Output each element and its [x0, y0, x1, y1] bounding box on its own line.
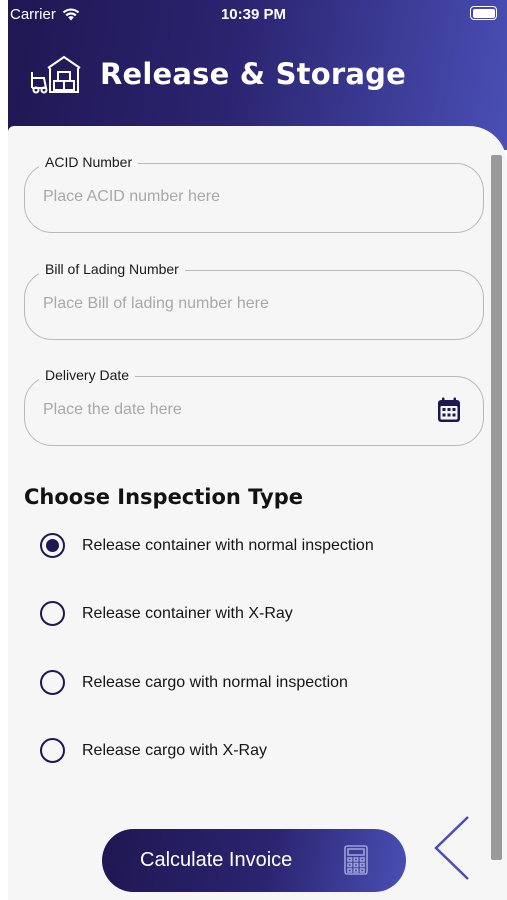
page-title: Release & Storage — [100, 57, 406, 91]
chevron-left-icon[interactable] — [432, 815, 472, 881]
header-title-row: Release & Storage — [30, 54, 406, 94]
radio-unselected-icon[interactable] — [40, 601, 65, 626]
scrollbar[interactable] — [491, 155, 502, 860]
inspection-option-container-xray[interactable]: Release container with X-Ray — [40, 601, 293, 626]
inspection-option-label: Release cargo with normal inspection — [82, 673, 348, 691]
bill-of-lading-label: Bill of Lading Number — [39, 261, 185, 277]
inspection-option-cargo-normal[interactable]: Release cargo with normal inspection — [40, 670, 348, 695]
delivery-date-input[interactable]: Place the date here — [43, 401, 182, 419]
acid-number-field[interactable]: ACID Number Place ACID number here — [24, 154, 484, 233]
delivery-date-label: Delivery Date — [39, 367, 136, 383]
inspection-option-label: Release container with normal inspection — [82, 536, 374, 554]
radio-unselected-icon[interactable] — [40, 738, 65, 763]
calculate-invoice-button[interactable]: Calculate Invoice — [102, 829, 406, 892]
calculate-invoice-label: Calculate Invoice — [140, 849, 293, 871]
inspection-option-label: Release container with X-Ray — [82, 604, 293, 622]
bill-of-lading-field[interactable]: Bill of Lading Number Place Bill of ladi… — [24, 261, 484, 340]
bill-of-lading-input[interactable]: Place Bill of lading number here — [43, 295, 269, 313]
acid-number-input[interactable]: Place ACID number here — [43, 188, 220, 206]
delivery-date-field[interactable]: Delivery Date Place the date here — [24, 367, 484, 446]
inspection-option-cargo-xray[interactable]: Release cargo with X-Ray — [40, 738, 267, 763]
inspection-type-heading: Choose Inspection Type — [24, 485, 303, 509]
inspection-option-label: Release cargo with X-Ray — [82, 741, 267, 759]
calendar-icon[interactable] — [437, 397, 461, 423]
warehouse-forklift-icon — [31, 55, 81, 94]
battery-icon — [470, 6, 497, 20]
form-sheet — [8, 126, 507, 900]
calculator-icon — [344, 845, 368, 875]
radio-unselected-icon[interactable] — [40, 670, 65, 695]
status-time: 10:39 PM — [220, 6, 287, 23]
acid-number-label: ACID Number — [39, 154, 139, 170]
inspection-option-container-normal[interactable]: Release container with normal inspection — [40, 533, 374, 558]
radio-selected-icon[interactable] — [40, 533, 65, 558]
status-bar: Carrier 10:39 PM — [0, 0, 507, 28]
